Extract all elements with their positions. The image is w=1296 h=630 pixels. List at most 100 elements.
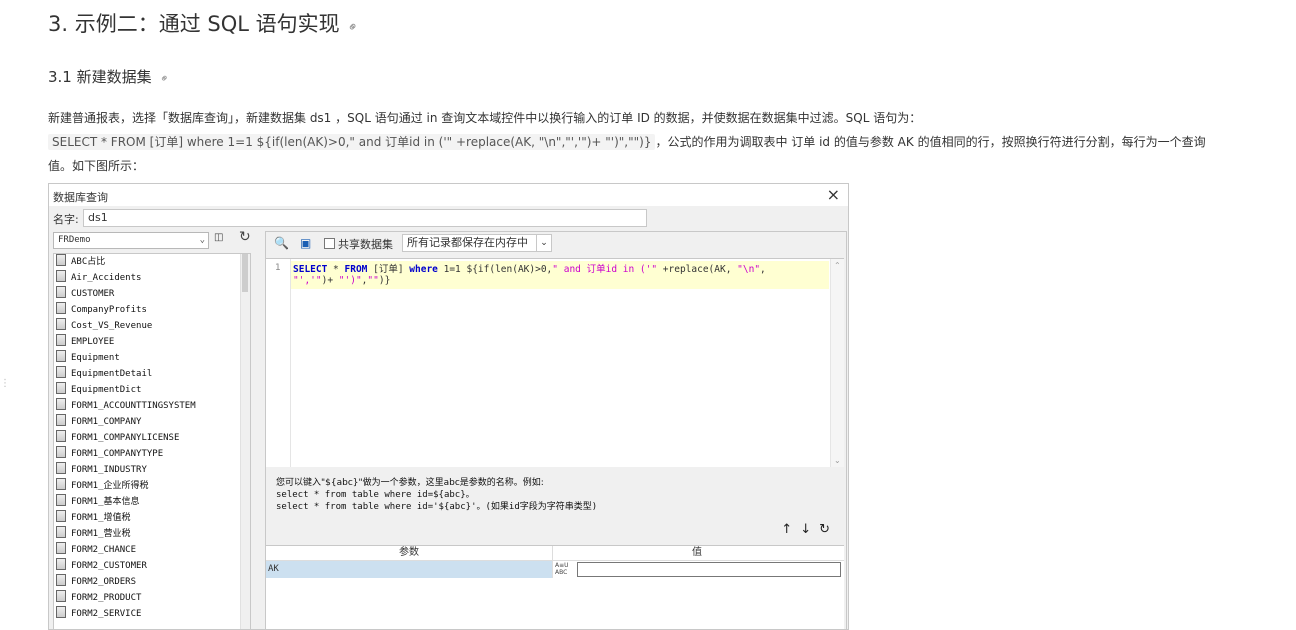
table-icon [56, 366, 66, 378]
database-query-dialog: 数据库查询 × 名字: ds1 FRDemo ⌄ ◫ ↻ ABC占比 Air_Ac… [48, 183, 849, 630]
table-icon [56, 462, 66, 474]
list-item[interactable]: FORM1_企业所得税 [54, 478, 250, 494]
table-name: FORM2_CUSTOMER [71, 561, 147, 571]
table-list[interactable]: ABC占比 Air_Accidents CUSTOMER CompanyProfits… [53, 253, 251, 629]
list-item[interactable]: FORM1_COMPANYLICENSE [54, 430, 250, 446]
scrollbar-thumb[interactable] [242, 254, 248, 292]
query-toolbar: 🔍 ▣ 共享数据集 所有记录都保存在内存中 ⌄ [266, 232, 846, 254]
list-item[interactable]: FORM2_CUSTOMER [54, 558, 250, 574]
list-item[interactable]: EquipmentDetail [54, 366, 250, 382]
table-name: FORM1_COMPANYLICENSE [71, 433, 180, 443]
chevron-down-icon: ⌄ [536, 235, 551, 251]
param-controls: ↑↓↻ [781, 522, 838, 537]
page-title-text: 3. 示例二：通过 SQL 语句实现 [48, 12, 340, 36]
move-down-icon[interactable]: ↓ [800, 522, 819, 537]
table-name: FORM2_CHANCE [71, 545, 137, 555]
list-item[interactable]: EMPLOYEE [54, 334, 250, 350]
refresh-icon[interactable]: ↻ [239, 229, 251, 245]
share-dataset-checkbox[interactable] [324, 238, 335, 249]
table-icon [56, 302, 66, 314]
list-item[interactable]: FORM1_营业税 [54, 526, 250, 542]
list-item[interactable]: ABC占比 [54, 254, 250, 270]
list-item[interactable]: FORM1_基本信息 [54, 494, 250, 510]
table-icon [56, 494, 66, 506]
list-item[interactable]: Air_Accidents [54, 270, 250, 286]
parameter-table: 参数 值 AK A≡U ABC [266, 545, 844, 629]
list-item[interactable]: EquipmentDict [54, 382, 250, 398]
value-column-header: 值 [692, 547, 702, 558]
table-name: Air_Accidents [71, 273, 142, 283]
table-name: EMPLOYEE [71, 337, 115, 347]
list-item[interactable]: CompanyProfits [54, 302, 250, 318]
query-pane: 🔍 ▣ 共享数据集 所有记录都保存在内存中 ⌄ 1 SELECT * FROM … [265, 231, 847, 629]
list-item[interactable]: FORM2_SERVICE [54, 606, 250, 622]
close-icon[interactable]: × [827, 185, 840, 204]
paragraph-code: SELECT * FROM [订单] where 1=1 ${if(len(AK… [48, 133, 1206, 150]
table-icon [56, 478, 66, 490]
table-icon [56, 334, 66, 346]
list-item[interactable]: FORM1_ACCOUNTTINGSYSTEM [54, 398, 250, 414]
param-value-cell[interactable]: A≡U ABC [553, 561, 841, 578]
memory-mode-select[interactable]: 所有记录都保存在内存中 ⌄ [402, 234, 552, 252]
preview-icon[interactable]: 🔍 [274, 236, 289, 250]
hint-line: select * from table where id=${abc}。 [276, 490, 475, 500]
scroll-down-icon[interactable]: ⌄ [834, 456, 841, 465]
table-icon [56, 254, 66, 266]
section-title: 3.1 新建数据集 ⚭ [48, 66, 172, 87]
table-name: Equipment [71, 353, 120, 363]
list-item[interactable]: FORM1_INDUSTRY [54, 462, 250, 478]
link-icon[interactable]: ⚭ [156, 71, 172, 87]
list-item[interactable]: FORM1_增值税 [54, 510, 250, 526]
table-name: FORM1_基本信息 [71, 497, 140, 507]
table-icon [56, 558, 66, 570]
table-list-scrollbar[interactable] [240, 254, 250, 629]
list-item[interactable]: Equipment [54, 350, 250, 366]
table-icon [56, 542, 66, 554]
table-icon [56, 414, 66, 426]
table-icon [56, 574, 66, 586]
share-dataset-label: 共享数据集 [338, 238, 393, 251]
list-item[interactable]: FORM2_PRODUCT [54, 590, 250, 606]
table-row[interactable]: AK A≡U ABC [266, 561, 844, 578]
list-item[interactable]: FORM1_COMPANY [54, 414, 250, 430]
refresh-params-icon[interactable]: ↻ [819, 522, 838, 537]
table-name: FORM1_增值税 [71, 513, 131, 523]
line-number: 1 [275, 263, 281, 273]
table-icon [56, 286, 66, 298]
list-item[interactable]: FORM2_ORDERS [54, 574, 250, 590]
parameter-table-header: 参数 值 [266, 546, 844, 561]
editor-scrollbar[interactable]: ⌃ ⌄ [830, 259, 844, 467]
table-name: EquipmentDict [71, 385, 142, 395]
connection-select[interactable]: FRDemo ⌄ [53, 232, 209, 249]
scroll-up-icon[interactable]: ⌃ [834, 261, 841, 270]
link-icon[interactable]: ⚭ [344, 18, 362, 36]
paragraph-tail: ，公式的作用为调取表中 订单 id 的值与参数 AK 的值相同的行，按照换行符进… [655, 135, 1206, 149]
dialog-titlebar: 数据库查询 × [49, 184, 848, 206]
table-name: FORM1_营业税 [71, 529, 131, 539]
table-name: ABC占比 [71, 257, 106, 267]
table-name: FORM2_SERVICE [71, 609, 142, 619]
param-value-input[interactable] [577, 562, 841, 577]
save-icon[interactable]: ▣ [300, 236, 311, 250]
dataset-name-input[interactable]: ds1 [83, 209, 647, 227]
table-icon [56, 510, 66, 522]
line-gutter: 1 [266, 259, 291, 467]
move-up-icon[interactable]: ↑ [781, 522, 800, 537]
sql-line-2: "','")+ "')","")} [293, 275, 391, 286]
list-item[interactable]: Cost_VS_Revenue [54, 318, 250, 334]
sidebar-handle-icon[interactable]: ⋮ [0, 378, 10, 389]
table-name: FORM1_COMPANYTYPE [71, 449, 164, 459]
list-item[interactable]: CUSTOMER [54, 286, 250, 302]
chevron-down-icon: ⌄ [199, 235, 205, 245]
table-name: CUSTOMER [71, 289, 115, 299]
table-icon [56, 526, 66, 538]
schema-filter-icon[interactable]: ◫ [214, 232, 223, 243]
table-icon [56, 318, 66, 330]
table-name: FORM1_企业所得税 [71, 481, 149, 491]
paragraph-end: 值。如下图所示： [48, 159, 145, 173]
table-name: Cost_VS_Revenue [71, 321, 153, 331]
list-item[interactable]: FORM2_CHANCE [54, 542, 250, 558]
param-name-cell[interactable]: AK [266, 561, 553, 578]
list-item[interactable]: FORM1_COMPANYTYPE [54, 446, 250, 462]
sql-editor[interactable]: 1 SELECT * FROM [订单] where 1=1 ${if(len(… [266, 258, 844, 467]
